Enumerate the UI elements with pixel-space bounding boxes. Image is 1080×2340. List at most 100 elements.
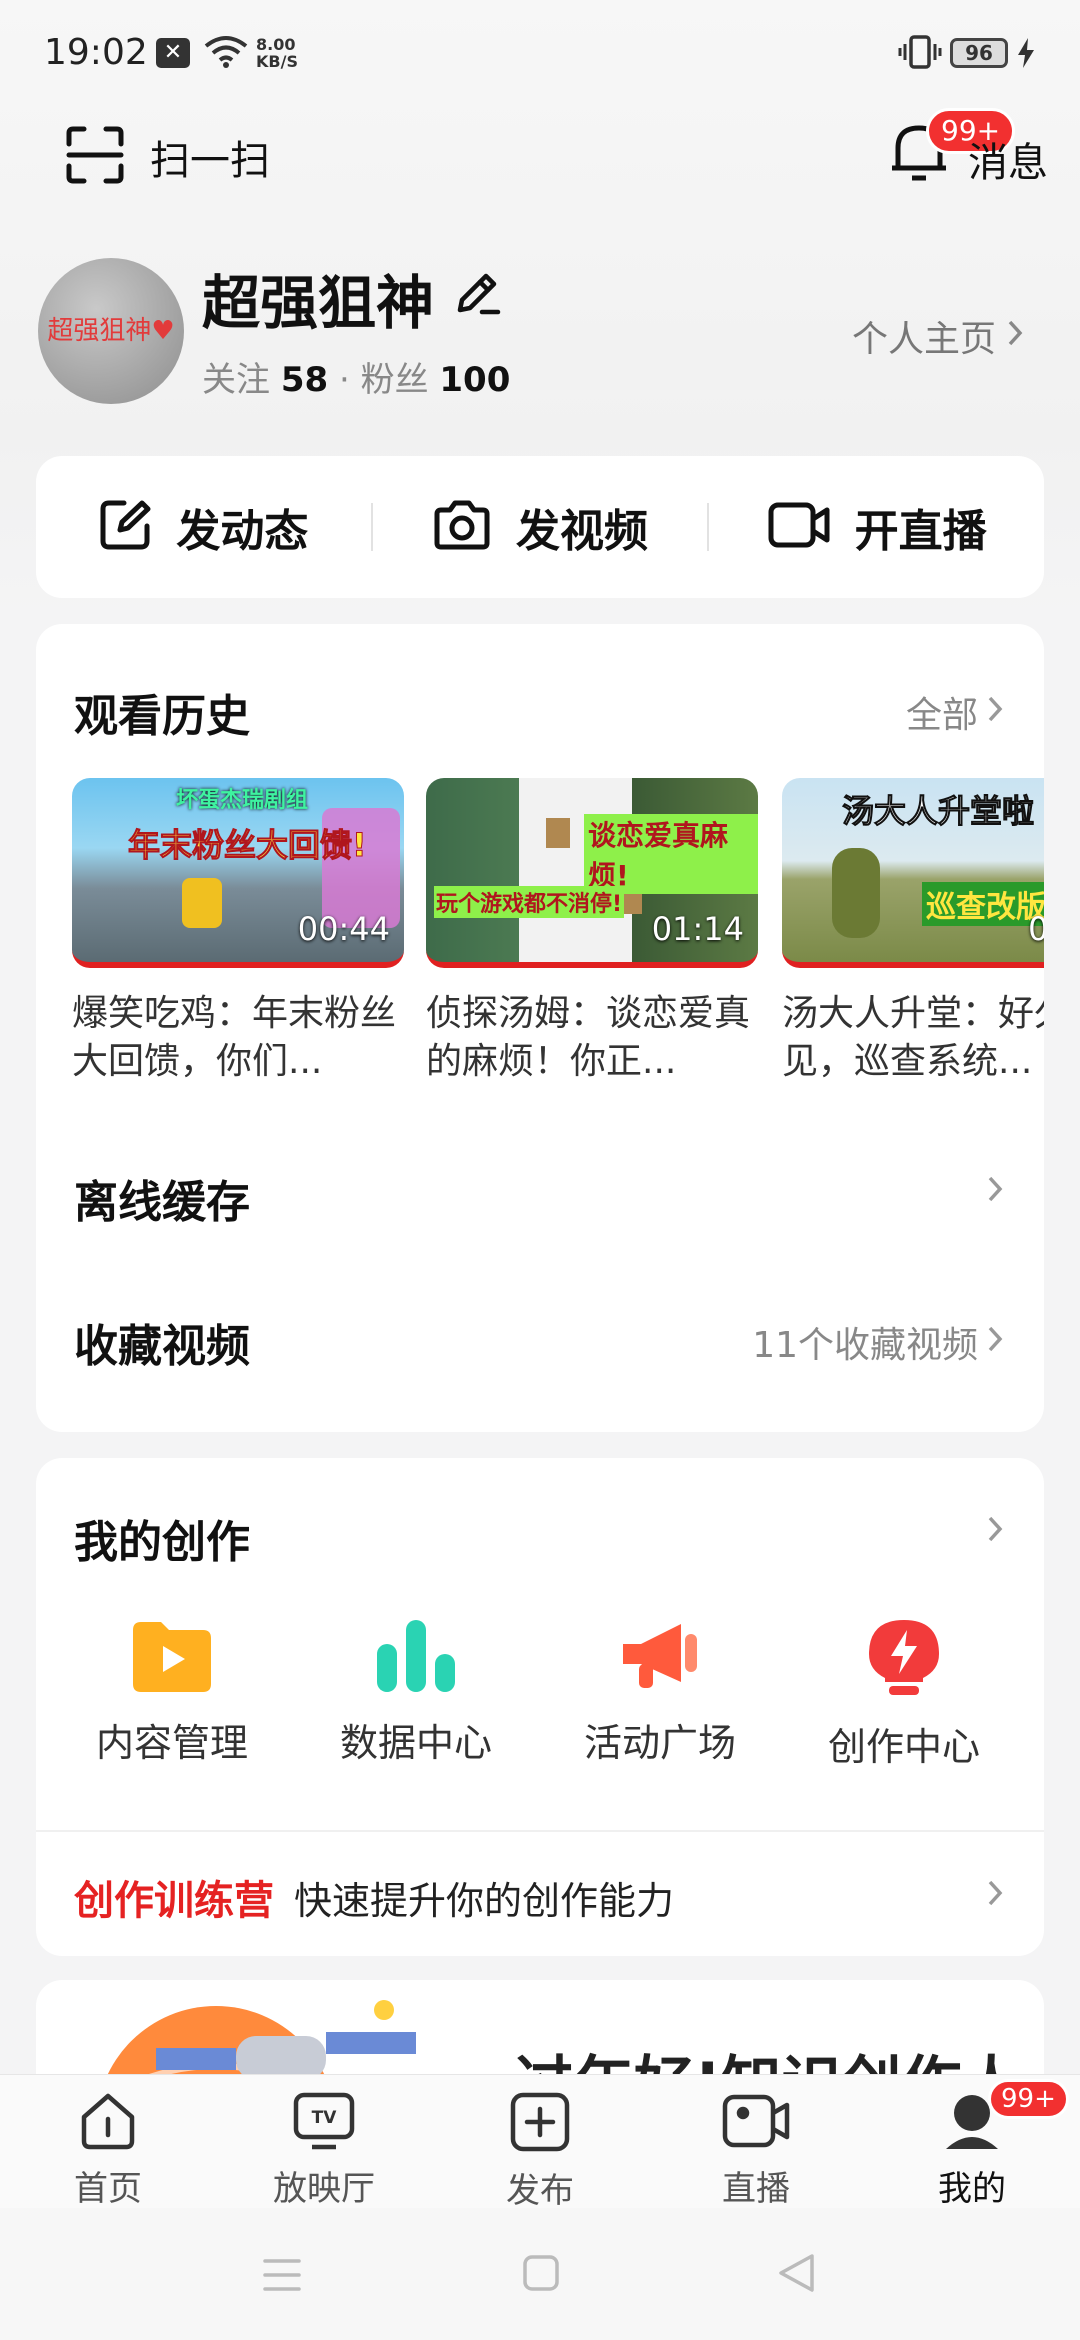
folder-play-icon: [131, 1618, 213, 1698]
content-management-label: 内容管理: [95, 1721, 248, 1765]
nav-profile[interactable]: 我的 99+: [864, 2075, 1080, 2209]
chevron-right-icon: [986, 692, 1004, 733]
video-duration: 00:44: [297, 910, 390, 948]
back-triangle-icon[interactable]: [776, 2252, 816, 2298]
offline-cache-chevron: [986, 1172, 1004, 1213]
thumbnail-caption-top: 坏蛋杰瑞剧组: [176, 788, 309, 813]
nav-profile-label: 我的: [938, 2169, 1006, 2209]
creator-center-label: 创作中心: [827, 1725, 980, 1769]
video-thumbnail: 汤大人升堂啦 巡查改版 01:2: [782, 778, 1044, 968]
creator-center-button[interactable]: 创作中心: [782, 1618, 1026, 1771]
go-live-label: 开直播: [854, 506, 987, 557]
data-center-button[interactable]: 数据中心: [294, 1618, 538, 1771]
post-moment-button[interactable]: 发动态: [36, 456, 371, 598]
chevron-right-icon: [986, 1878, 1004, 1912]
scan-label: 扫一扫: [150, 138, 270, 184]
history-title: 观看历史: [74, 691, 250, 742]
homepage-label: 个人主页: [852, 319, 997, 360]
nav-live[interactable]: 直播: [648, 2075, 864, 2209]
post-video-label: 发视频: [516, 506, 648, 557]
home-icon: [78, 2091, 138, 2155]
chevron-right-icon: [986, 1512, 1004, 1553]
activity-square-button[interactable]: 活动广场: [538, 1618, 782, 1771]
scan-button[interactable]: 扫一扫: [66, 126, 270, 188]
video-title: 侦探汤姆：谈恋爱真的麻烦！你正...: [426, 993, 751, 1082]
menu-icon[interactable]: [262, 2256, 302, 2298]
favorites-label: 收藏视频: [74, 1321, 250, 1372]
data-center-label: 数据中心: [339, 1721, 492, 1765]
nav-live-label: 直播: [722, 2169, 790, 2209]
followers-count: 100: [439, 360, 511, 400]
training-camp-description: 快速提升你的创作能力: [294, 1879, 675, 1923]
creation-title: 我的创作: [74, 1517, 250, 1568]
thumbnail-figure: [182, 878, 222, 928]
bar-chart-icon: [375, 1618, 457, 1698]
edit-square-icon: [98, 498, 152, 556]
bulb-bolt-icon: [863, 1618, 945, 1702]
history-video[interactable]: 谈恋爱真麻烦! 玩个游戏都不消停! 01:14 侦探汤姆：谈恋爱真的麻烦！你正.…: [426, 778, 758, 1086]
camera-icon: [432, 498, 492, 556]
training-camp-label: 创作训练营: [74, 1878, 274, 1924]
post-moment-label: 发动态: [176, 506, 309, 557]
thumbnail-caption: 汤大人升堂啦: [841, 792, 1035, 831]
nav-publish[interactable]: 发布: [432, 2075, 648, 2211]
nav-theater-label: 放映厅: [273, 2169, 375, 2209]
video-thumbnail: 谈恋爱真麻烦! 玩个游戏都不消停! 01:14: [426, 778, 758, 968]
chevron-right-icon: [1006, 316, 1024, 357]
svg-text:TV: TV: [312, 2108, 338, 2128]
thumbnail-figure: [546, 818, 570, 848]
messages-label[interactable]: 消息: [968, 130, 1048, 188]
vibrate-icon: [898, 34, 942, 74]
go-live-button[interactable]: 开直播: [709, 456, 1044, 598]
plus-square-icon: [509, 2091, 571, 2157]
watch-history-card: 观看历史 全部 坏蛋杰瑞剧组 年末粉丝大回馈! 00:44 爆笑吃鸡：年末粉丝大…: [36, 624, 1044, 1432]
history-carousel[interactable]: 坏蛋杰瑞剧组 年末粉丝大回馈! 00:44 爆笑吃鸡：年末粉丝大回馈，你们...…: [72, 778, 1044, 1088]
content-management-button[interactable]: 内容管理: [50, 1618, 294, 1771]
homepage-link[interactable]: 个人主页: [852, 310, 1024, 362]
profile-badge: 99+: [988, 2079, 1069, 2119]
favorites-count: 11个收藏视频: [752, 1325, 978, 1366]
history-all-link[interactable]: 全部: [906, 686, 1004, 738]
video-duration: 01:14: [651, 910, 744, 948]
notification-x-icon: ✕: [156, 38, 190, 68]
status-bar: 19:02 ✕ 8.00 KB/S 96: [0, 0, 1080, 100]
favorites-count-link: 11个收藏视频: [752, 1316, 1004, 1368]
wifi-icon: [202, 34, 250, 74]
nav-theater[interactable]: TV 放映厅: [216, 2075, 432, 2209]
username: 超强狙神: [202, 269, 435, 337]
video-thumbnail: 坏蛋杰瑞剧组 年末粉丝大回馈! 00:44: [72, 778, 404, 968]
history-all-label: 全部: [905, 695, 978, 736]
follow-stats[interactable]: 关注 58 · 粉丝 100: [202, 352, 510, 401]
creator-training-row[interactable]: 创作训练营 快速提升你的创作能力: [36, 1830, 1044, 1956]
post-video-button[interactable]: 发视频: [373, 456, 708, 598]
video-camera-icon: [767, 499, 831, 555]
scan-icon: [66, 126, 124, 188]
creation-more-link[interactable]: [986, 1512, 1004, 1553]
history-video[interactable]: 汤大人升堂啦 巡查改版 01:2 汤大人升堂：好久不见，巡查系统...: [782, 778, 1044, 1086]
live-camera-icon: [721, 2091, 791, 2155]
home-square-icon[interactable]: [522, 2254, 560, 2296]
battery-icon: 96: [950, 38, 1008, 68]
avatar[interactable]: 超强狙神♥: [38, 258, 184, 404]
following-count: 58: [280, 360, 329, 400]
offline-cache-row[interactable]: 离线缓存: [36, 1126, 1044, 1256]
video-duration: 01:2: [1028, 910, 1044, 948]
edit-name-icon[interactable]: [452, 268, 502, 322]
nav-home-label: 首页: [74, 2169, 142, 2209]
my-creation-card: 我的创作 内容管理 数据中心 活动广场 创作中心 创作训练营 快速提升你的创作能…: [36, 1458, 1044, 1956]
thumbnail-caption-top: 玩个游戏都不消停!: [434, 886, 625, 918]
video-title: 爆笑吃鸡：年末粉丝大回馈，你们...: [72, 993, 397, 1082]
charging-icon: [1016, 36, 1036, 74]
favorites-row[interactable]: 收藏视频 11个收藏视频: [36, 1270, 1044, 1400]
history-video[interactable]: 坏蛋杰瑞剧组 年末粉丝大回馈! 00:44 爆笑吃鸡：年末粉丝大回馈，你们...: [72, 778, 404, 1086]
thumbnail-figure: [832, 848, 880, 938]
tv-icon: TV: [292, 2091, 356, 2155]
network-speed: 8.00 KB/S: [256, 36, 298, 70]
system-nav-bar: [0, 2208, 1080, 2340]
creation-tools: 内容管理 数据中心 活动广场 创作中心: [36, 1618, 1044, 1771]
video-title: 汤大人升堂：好久不见，巡查系统...: [782, 993, 1044, 1082]
chevron-right-icon: [986, 1322, 1004, 1363]
nav-publish-label: 发布: [506, 2171, 574, 2211]
thumbnail-caption: 年末粉丝大回馈!: [128, 826, 368, 865]
nav-home[interactable]: 首页: [0, 2075, 216, 2209]
